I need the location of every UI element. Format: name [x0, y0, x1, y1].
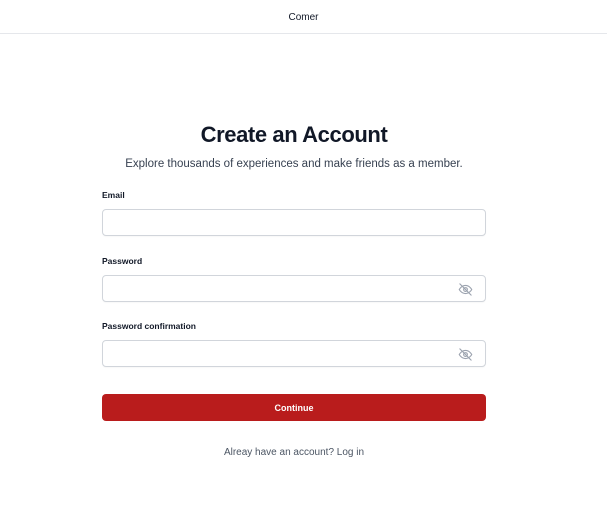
eye-off-icon — [458, 283, 473, 296]
password-confirmation-visibility-toggle[interactable] — [458, 347, 473, 362]
email-field[interactable] — [103, 210, 485, 235]
password-confirmation-label: Password confirmation — [102, 321, 196, 331]
login-link[interactable]: Log in — [337, 447, 364, 458]
password-confirmation-field-wrapper — [102, 340, 486, 367]
page-title: Create an Account — [200, 122, 388, 147]
app-title: Comer — [288, 11, 319, 23]
top-bar: Comer — [0, 0, 607, 34]
email-label: Email — [102, 190, 125, 200]
login-prompt-text: Alreay have an account? — [223, 447, 335, 458]
page-subtitle: Explore thousands of experiences and mak… — [125, 158, 463, 170]
password-field[interactable] — [103, 276, 485, 301]
continue-button[interactable]: Continue — [102, 394, 486, 421]
password-field-wrapper — [102, 275, 486, 302]
email-field-wrapper — [102, 209, 486, 236]
password-label: Password — [102, 256, 143, 266]
password-visibility-toggle[interactable] — [458, 282, 473, 297]
eye-off-icon — [458, 348, 473, 361]
password-confirmation-field[interactable] — [103, 341, 485, 366]
login-prompt: Alreay have an account? Log in — [102, 447, 486, 458]
